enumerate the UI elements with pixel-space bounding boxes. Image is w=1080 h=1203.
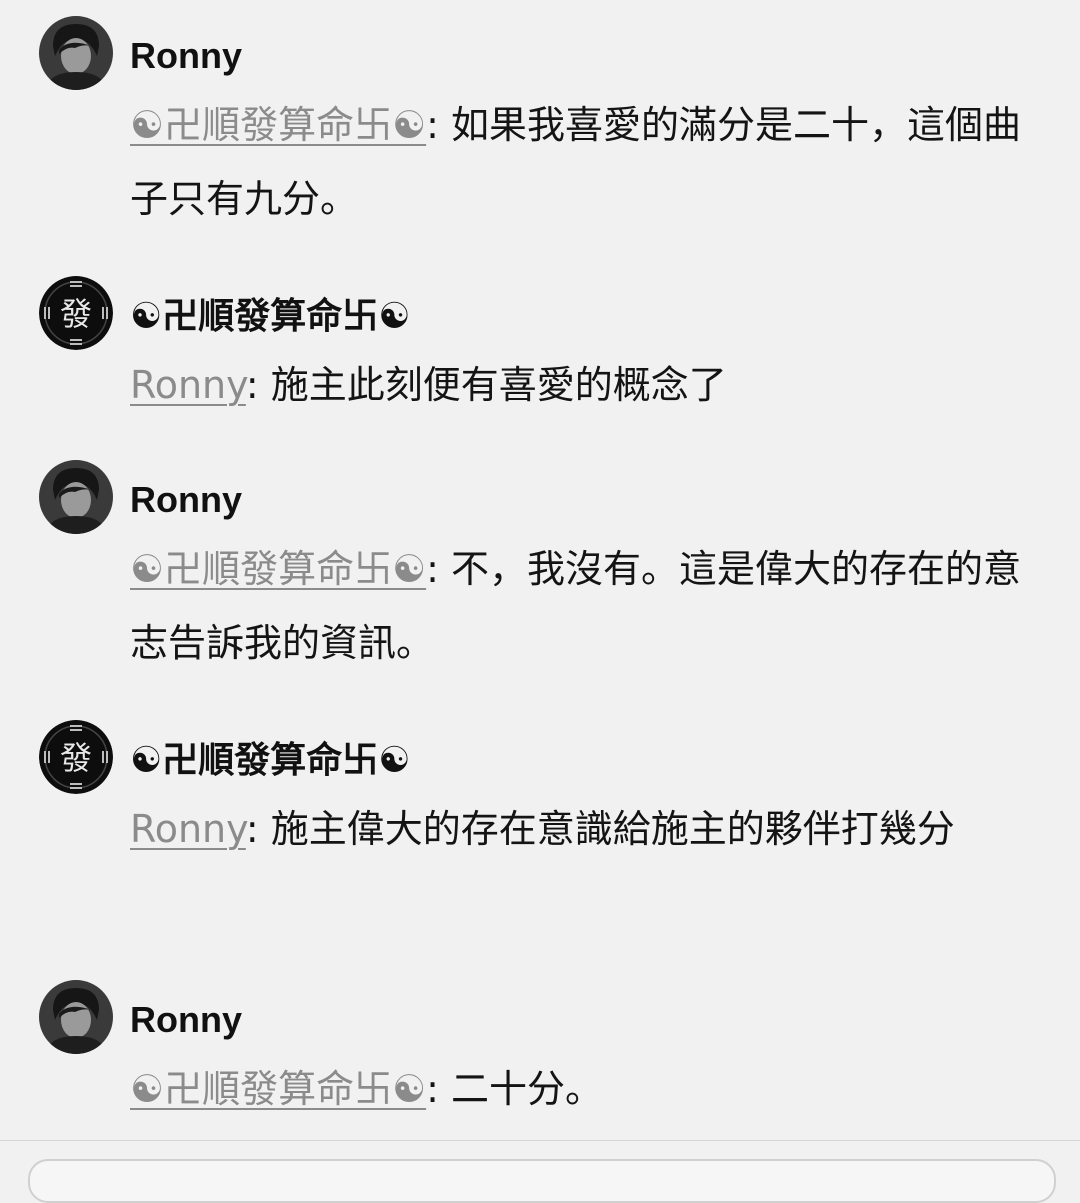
mention-separator: : — [426, 103, 452, 147]
bagua-avatar-icon: 發 — [39, 276, 113, 350]
message-body: Ronny: 施主此刻便有喜愛的概念了 — [130, 348, 1055, 422]
mention-link[interactable]: ☯卍順發算命卐☯ — [130, 103, 426, 147]
mention-separator: : — [426, 547, 452, 591]
fa-glyph: 發 — [60, 739, 92, 777]
mention-separator: : — [426, 1067, 452, 1111]
fa-avatar[interactable]: 發 — [39, 276, 113, 350]
message-body: ☯卍順發算命卐☯: 不，我沒有。這是偉大的存在的意志告訴我的資訊。 — [130, 532, 1055, 680]
message-input[interactable] — [28, 1159, 1056, 1203]
message-body: ☯卍順發算命卐☯: 如果我喜愛的滿分是二十，這個曲子只有九分。 — [130, 88, 1055, 236]
mention-link[interactable]: Ronny — [130, 363, 246, 407]
person-avatar-icon — [39, 980, 113, 1054]
message-body: ☯卍順發算命卐☯: 二十分。 — [130, 1052, 1055, 1126]
mention-separator: : — [245, 807, 271, 851]
message-text: 施主此刻便有喜愛的概念了 — [270, 363, 727, 407]
person-avatar-icon — [39, 460, 113, 534]
mention-link[interactable]: ☯卍順發算命卐☯ — [130, 1067, 426, 1111]
mention-separator: : — [245, 363, 271, 407]
mention-link[interactable]: ☯卍順發算命卐☯ — [130, 547, 426, 591]
message-body: Ronny: 施主偉大的存在意識給施主的夥伴打幾分 — [130, 792, 1055, 866]
ronny-avatar[interactable] — [39, 16, 113, 90]
author-name[interactable]: Ronny — [130, 998, 242, 1042]
message-text: 二十分。 — [451, 1067, 604, 1111]
author-name[interactable]: ☯卍順發算命卐☯ — [130, 294, 411, 338]
composer-bar — [0, 1140, 1080, 1203]
author-name[interactable]: Ronny — [130, 34, 242, 78]
ronny-avatar[interactable] — [39, 980, 113, 1054]
mention-link[interactable]: Ronny — [130, 807, 246, 851]
bagua-avatar-icon: 發 — [39, 720, 113, 794]
author-name[interactable]: Ronny — [130, 478, 242, 522]
message-text: 施主偉大的存在意識給施主的夥伴打幾分 — [270, 807, 955, 851]
fa-avatar[interactable]: 發 — [39, 720, 113, 794]
ronny-avatar[interactable] — [39, 460, 113, 534]
fa-glyph: 發 — [60, 295, 92, 333]
person-avatar-icon — [39, 16, 113, 90]
author-name[interactable]: ☯卍順發算命卐☯ — [130, 738, 411, 782]
